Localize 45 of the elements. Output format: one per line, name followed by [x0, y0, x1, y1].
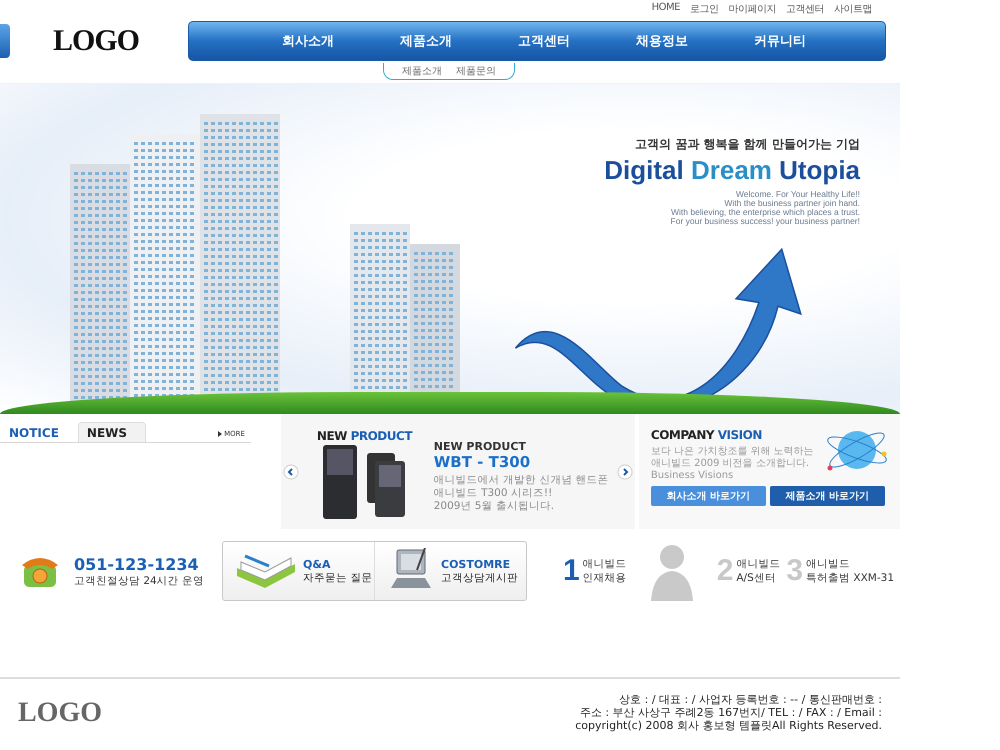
link-line: A/S센터 — [736, 571, 777, 585]
board-tab[interactable]: NEWS — [78, 422, 146, 442]
previous-icon[interactable] — [282, 464, 299, 480]
nav-item[interactable]: 채용정보 — [603, 32, 721, 50]
board-link-subtitle: 고객상담게시판 — [441, 570, 518, 584]
footer-logo: LOGO — [18, 696, 102, 728]
book-icon — [235, 554, 297, 588]
sub-menu-item[interactable]: 제품소개 — [402, 64, 442, 78]
product-description: 애니빌드에서 개발한 신개념 핸드폰 애니빌드 T300 시리즈!! 2009년 5월 출시됩니다. — [434, 474, 610, 513]
product-heading: NEW PRODUCT — [316, 428, 414, 442]
board-link-subtitle: 자주묻는 질문 — [303, 570, 372, 584]
product-label: NEW PRODUCT — [434, 440, 527, 453]
logo[interactable]: LOGO — [53, 24, 188, 58]
product-model: WBT - T300 — [434, 453, 532, 471]
vision-description: 보다 나은 가치창조를 위해 노력하는 애니빌드 2009 비전을 소개합니다. Business Visions — [650, 446, 814, 482]
top-link[interactable]: HOME — [652, 2, 680, 16]
top-link[interactable]: 사이트맵 — [834, 2, 872, 16]
nav-item[interactable]: 회사소개 — [249, 32, 367, 50]
link-number: 1 — [563, 554, 580, 588]
top-link[interactable]: 로그인 — [690, 2, 718, 16]
phone-number: 051-123-1234 — [74, 554, 200, 574]
triangle-icon — [218, 431, 222, 437]
link-line: 애니빌드 — [806, 557, 852, 571]
top-link[interactable]: 고객센터 — [786, 2, 824, 16]
board-link[interactable]: COSTOMRE 고객상담게시판 — [374, 542, 526, 600]
board-link-title: COSTOMRE — [441, 558, 512, 570]
nav-item[interactable]: 커뮤니티 — [721, 32, 839, 50]
shortcut-button[interactable]: 제품소개 바로가기 — [770, 486, 885, 506]
vision-heading: COMPANY VISION — [650, 428, 763, 442]
board-link-title: Q&A — [303, 558, 332, 570]
tagline: 고객의 꿈과 행복을 함께 만들어가는 기업 — [634, 136, 860, 153]
link-line: 애니빌드 — [736, 557, 780, 571]
link-line: 애니빌드 — [582, 557, 627, 571]
board-link[interactable]: Q&A 자주묻는 질문 — [223, 542, 374, 600]
nav-item[interactable]: 제품소개 — [367, 32, 485, 50]
next-icon[interactable] — [616, 464, 633, 480]
banner-title: Digital Dream Utopia — [604, 155, 860, 186]
top-link[interactable]: 마이페이지 — [728, 2, 776, 16]
sub-menu-item[interactable]: 제품문의 — [456, 64, 496, 78]
service-hours: 고객친절상담 24시간 운영 — [74, 574, 204, 588]
company-info: 상호 : / 대표 : / 사업자 등록번호 : -- / 통신판매번호 : 주소 : 부산 사상구 주례2동 167번지/ TEL : / FAX : / Email : copyright(c) 2008 회사 홍보형 템플릿All Rights Reserved. — [575, 693, 882, 732]
nav-item[interactable]: 고객센터 — [485, 32, 603, 50]
link-line: 특허출범 XXM-31 — [806, 571, 894, 585]
welcome-text: Welcome. For Your Healthy Life!! With the business partner join hand. With believing, the enterprise which places a trust. For your business success! your business partner! — [670, 190, 860, 226]
link-line: 인재채용 — [582, 571, 627, 585]
